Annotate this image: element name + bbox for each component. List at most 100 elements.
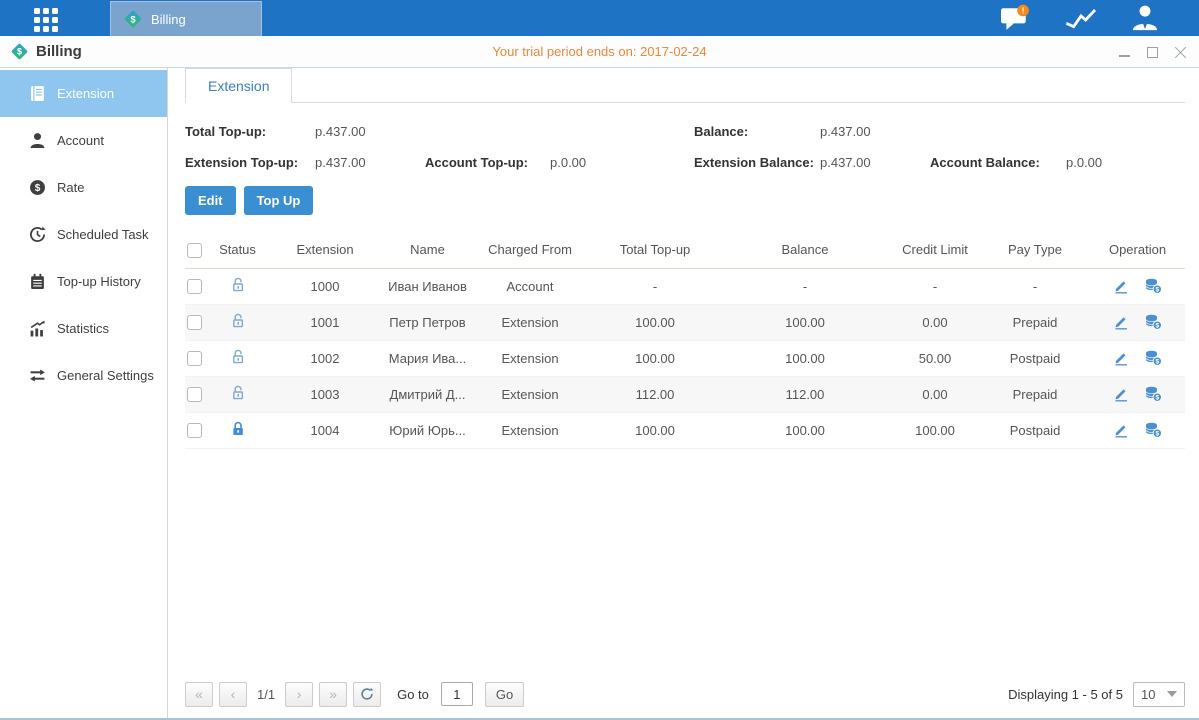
column-header-balance[interactable]: Balance [720, 232, 890, 268]
sidebar-item-label: Extension [57, 86, 114, 101]
cell-name: Мария Ива... [385, 340, 470, 376]
edit-button[interactable]: Edit [185, 186, 236, 215]
top-up-row-button[interactable]: $ [1145, 350, 1162, 366]
top-up-button[interactable]: Top Up [244, 186, 314, 215]
cell-credit-limit: - [890, 268, 980, 304]
edit-row-button[interactable] [1113, 314, 1129, 330]
edit-row-button[interactable] [1113, 422, 1129, 438]
cell-charged-from: Extension [470, 412, 590, 448]
cell-name: Иван Иванов [385, 268, 470, 304]
cell-credit-limit: 0.00 [890, 376, 980, 412]
cell-pay-type: Postpaid [980, 340, 1090, 376]
sidebar-item-topup-history[interactable]: Top-up History [0, 258, 167, 305]
extension-topup-value: p.437.00 [315, 155, 425, 170]
column-header-operation[interactable]: Operation [1090, 232, 1185, 268]
prev-page-button[interactable]: ‹ [219, 682, 247, 707]
cell-credit-limit: 0.00 [890, 304, 980, 340]
column-header-charged-from[interactable]: Charged From [470, 232, 590, 268]
coins-icon: $ [1145, 350, 1162, 366]
row-checkbox[interactable] [187, 279, 202, 294]
svg-text:$: $ [1155, 395, 1159, 402]
lock-status-icon [230, 317, 246, 332]
refresh-button[interactable] [353, 682, 381, 707]
go-button[interactable]: Go [485, 682, 524, 707]
resource-monitor-button[interactable] [1065, 6, 1097, 30]
sidebar-item-extension[interactable]: Extension [0, 70, 167, 117]
cell-balance: 100.00 [720, 340, 890, 376]
line-chart-icon [1065, 6, 1097, 30]
tab-extension[interactable]: Extension [185, 68, 292, 103]
row-checkbox[interactable] [187, 351, 202, 366]
balance-summary: Total Top-up: p.437.00 Balance: p.437.00… [185, 116, 1185, 178]
column-header-status[interactable]: Status [210, 232, 265, 268]
top-up-row-button[interactable]: $ [1145, 314, 1162, 330]
top-up-row-button[interactable]: $ [1145, 422, 1162, 438]
row-checkbox[interactable] [187, 315, 202, 330]
select-all-checkbox[interactable] [187, 243, 202, 258]
pagination: « ‹ 1/1 › » Go to Go [185, 682, 524, 707]
lock-status-icon [230, 425, 246, 440]
column-header-name[interactable]: Name [385, 232, 470, 268]
lock-status-icon [230, 281, 246, 296]
last-page-button[interactable]: » [319, 682, 347, 707]
sidebar-item-label: Top-up History [57, 274, 141, 289]
user-account-button[interactable] [1131, 5, 1159, 31]
general-settings-icon [29, 367, 46, 384]
column-header-extension[interactable]: Extension [265, 232, 385, 268]
sidebar-item-general-settings[interactable]: General Settings [0, 352, 167, 399]
table-header-row: Status Extension Name Charged From Total… [185, 232, 1185, 268]
lock-status-icon [230, 353, 246, 368]
sidebar-item-scheduled-task[interactable]: Scheduled Task [0, 211, 167, 258]
table-row: 1002 Мария Ива... Extension 100.00 100.0… [185, 340, 1185, 376]
balance-label: Balance: [694, 124, 820, 139]
topbar-tab-billing-label: Billing [151, 12, 186, 27]
column-header-pay-type[interactable]: Pay Type [980, 232, 1090, 268]
table-row: 1000 Иван Иванов Account - - - - $ [185, 268, 1185, 304]
scheduled-task-icon [29, 226, 46, 243]
cell-pay-type: Prepaid [980, 304, 1090, 340]
row-checkbox[interactable] [187, 387, 202, 402]
topbar-tab-billing[interactable]: $ Billing [110, 1, 262, 36]
page-size-select[interactable]: 10 [1133, 682, 1185, 707]
goto-page-input[interactable] [441, 682, 473, 706]
cell-name: Дмитрий Д... [385, 376, 470, 412]
next-page-button[interactable]: › [285, 682, 313, 707]
cell-total-topup: 100.00 [590, 412, 720, 448]
row-checkbox[interactable] [187, 423, 202, 438]
account-balance-value: p.0.00 [1066, 155, 1185, 170]
titlebar: $ Billing Your trial period ends on: 201… [0, 36, 1199, 68]
sidebar-item-rate[interactable]: $ Rate [0, 164, 167, 211]
edit-row-button[interactable] [1113, 278, 1129, 294]
app-grid-icon[interactable] [34, 8, 70, 30]
column-header-total-topup[interactable]: Total Top-up [590, 232, 720, 268]
cell-extension: 1002 [265, 340, 385, 376]
extension-balance-label: Extension Balance: [694, 155, 820, 170]
top-up-row-button[interactable]: $ [1145, 386, 1162, 402]
cell-extension: 1001 [265, 304, 385, 340]
top-up-row-button[interactable]: $ [1145, 278, 1162, 294]
cell-credit-limit: 100.00 [890, 412, 980, 448]
tab-strip: Extension [185, 68, 1185, 103]
svg-text:$: $ [1155, 359, 1159, 366]
billing-diamond-icon: $ [123, 9, 143, 29]
edit-row-button[interactable] [1113, 386, 1129, 402]
sidebar-item-label: Statistics [57, 321, 109, 336]
pencil-icon [1113, 386, 1129, 402]
billing-app-window: $ Billing ! [0, 0, 1199, 720]
minimize-icon[interactable] [1118, 46, 1131, 59]
sidebar: Extension Account $ Rate [0, 68, 168, 718]
sidebar-item-account[interactable]: Account [0, 117, 167, 164]
cell-extension: 1000 [265, 268, 385, 304]
edit-row-button[interactable] [1113, 350, 1129, 366]
svg-text:$: $ [35, 183, 41, 194]
displaying-text: Displaying 1 - 5 of 5 [1008, 687, 1123, 702]
notifications-button[interactable]: ! [999, 4, 1031, 32]
cell-total-topup: 100.00 [590, 304, 720, 340]
page-size-value: 10 [1141, 687, 1155, 702]
first-page-button[interactable]: « [185, 682, 213, 707]
pencil-icon [1113, 314, 1129, 330]
column-header-credit-limit[interactable]: Credit Limit [890, 232, 980, 268]
maximize-icon[interactable] [1146, 46, 1159, 59]
close-icon[interactable] [1174, 46, 1187, 59]
sidebar-item-statistics[interactable]: Statistics [0, 305, 167, 352]
